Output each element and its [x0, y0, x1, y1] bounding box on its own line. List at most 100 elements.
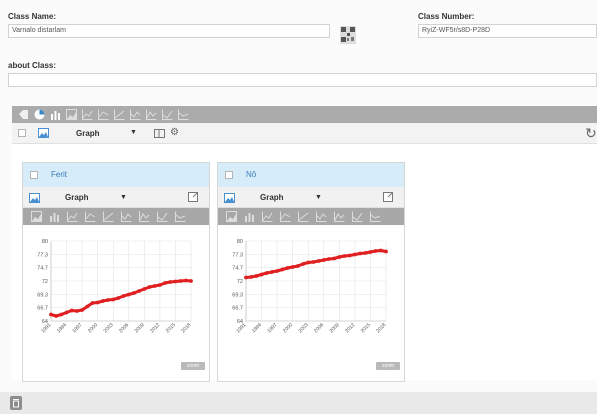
data-point: [121, 294, 126, 298]
data-point: [270, 270, 274, 274]
view-mode-label[interactable]: Graph: [76, 129, 100, 138]
line-chart-icon[interactable]: [157, 211, 168, 222]
data-point: [106, 298, 110, 302]
area-chart-icon[interactable]: [66, 109, 77, 120]
y-tick-label: 77.3: [37, 253, 48, 259]
data-point: [311, 260, 316, 264]
bar-chart-icon[interactable]: [244, 211, 255, 222]
x-tick-label: 2006: [118, 322, 130, 334]
line-chart-icon[interactable]: [280, 211, 291, 222]
qr-code-icon[interactable]: [340, 26, 356, 44]
data-point: [95, 300, 100, 305]
panel-controls: Graph ▼: [218, 187, 404, 208]
line-chart: 6466.769.37274.777.3801991 1994 1997 2000 20…: [232, 239, 388, 334]
data-point: [306, 260, 311, 265]
x-tick-label: 2012: [149, 322, 161, 334]
data-point: [275, 269, 280, 273]
class-name-field[interactable]: Varnalo distarlam: [8, 24, 330, 38]
data-point: [290, 265, 295, 269]
data-point: [352, 252, 357, 257]
data-point: [332, 256, 337, 261]
data-point: [347, 253, 352, 258]
panel-title: Nô: [246, 170, 257, 179]
line-chart-icon[interactable]: [67, 211, 78, 222]
data-point: [69, 308, 74, 313]
panel-checkbox[interactable]: [225, 171, 233, 179]
data-point: [254, 274, 259, 278]
panel-title: Ferit: [51, 170, 67, 179]
image-icon[interactable]: [31, 211, 42, 222]
bar-chart-icon[interactable]: [49, 211, 60, 222]
graph-panel: Nô Graph ▼ 64 66.7 69.3 72 74.7 77.3 80 1991 199…: [217, 162, 405, 382]
data-point: [285, 266, 290, 270]
trash-icon[interactable]: [10, 396, 22, 410]
line-chart-icon[interactable]: [370, 211, 381, 222]
line-chart-icon[interactable]: [178, 109, 189, 120]
chevron-down-icon[interactable]: ▼: [130, 129, 137, 136]
refresh-icon[interactable]: ↻: [585, 125, 597, 142]
data-point: [100, 299, 105, 303]
line-chart-icon[interactable]: [175, 211, 186, 222]
panel-checkbox[interactable]: [30, 171, 38, 179]
x-tick-label: 2015: [360, 322, 372, 334]
expand-icon[interactable]: [383, 192, 393, 202]
line-chart-icon[interactable]: [130, 109, 141, 120]
class-number-field[interactable]: RyiZ-WF5r/s8D-P28D: [418, 24, 597, 38]
line-chart-icon[interactable]: [162, 109, 173, 120]
x-tick-label: 2003: [298, 322, 310, 334]
data-point: [157, 283, 162, 287]
class-name-label: Class Name:: [8, 12, 57, 21]
data-point: [173, 279, 178, 284]
layout-icon[interactable]: [154, 129, 165, 138]
panel-mode-label[interactable]: Graph: [65, 193, 89, 202]
chart-type-toolbar: [12, 106, 597, 123]
x-tick-label: 1997: [266, 322, 278, 334]
line-chart-icon[interactable]: [82, 109, 93, 120]
line-chart-icon[interactable]: [121, 211, 132, 222]
image-icon[interactable]: [29, 193, 40, 203]
y-tick-label: 69.3: [37, 293, 48, 299]
panel-mode-label[interactable]: Graph: [260, 193, 284, 202]
tag-icon[interactable]: [18, 109, 29, 120]
data-point: [111, 297, 116, 302]
image-icon[interactable]: [226, 211, 237, 222]
panel-chart-type-toolbar: [23, 208, 209, 225]
data-point: [363, 251, 368, 255]
zoom-button[interactable]: zoom: [181, 362, 205, 370]
y-tick-label: 66.7: [232, 306, 243, 312]
panel-header: Nô: [218, 163, 404, 187]
class-number-label: Class Number:: [418, 12, 475, 21]
data-point: [168, 280, 173, 284]
line-chart-icon[interactable]: [85, 211, 96, 222]
line-chart-icon[interactable]: [334, 211, 345, 222]
expand-icon[interactable]: [188, 192, 198, 202]
chevron-down-icon[interactable]: ▼: [315, 194, 322, 201]
image-icon[interactable]: [38, 128, 49, 138]
line-chart-icon[interactable]: [298, 211, 309, 222]
bar-chart-icon[interactable]: [50, 109, 61, 120]
line-chart-icon[interactable]: [316, 211, 327, 222]
data-point: [64, 310, 69, 315]
line-chart-icon[interactable]: [98, 109, 109, 120]
data-point: [90, 301, 95, 305]
line-chart-icon[interactable]: [352, 211, 363, 222]
zoom-button[interactable]: zoom: [376, 362, 400, 370]
line-chart-icon[interactable]: [103, 211, 114, 222]
pie-chart-icon[interactable]: [34, 109, 45, 120]
line-chart-icon[interactable]: [139, 211, 150, 222]
image-icon[interactable]: [224, 193, 235, 203]
line-chart-icon[interactable]: [262, 211, 273, 222]
data-point: [301, 262, 305, 266]
line-chart-icon[interactable]: [114, 109, 125, 120]
line-chart-icon[interactable]: [146, 109, 157, 120]
about-class-field[interactable]: [8, 73, 597, 87]
y-tick-label: 80: [42, 239, 48, 245]
gear-icon[interactable]: ⚙: [170, 127, 179, 138]
chevron-down-icon[interactable]: ▼: [120, 194, 127, 201]
select-all-checkbox[interactable]: [18, 129, 26, 137]
data-point: [54, 314, 59, 318]
data-point: [373, 249, 378, 253]
data-point: [378, 248, 383, 253]
footer-bar: [0, 392, 597, 414]
line-chart: 6466.769.37274.777.3801991 1994 1997 2000 20…: [37, 239, 193, 334]
